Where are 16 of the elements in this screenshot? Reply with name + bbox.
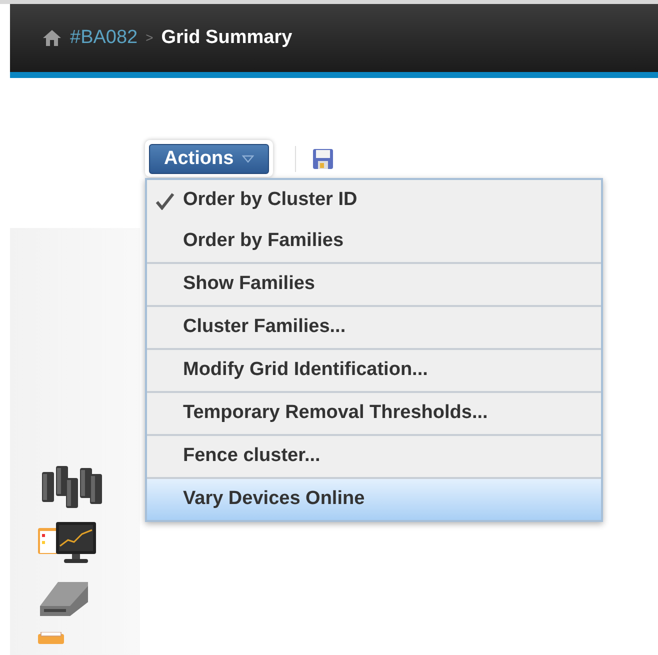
save-icon[interactable]: [312, 148, 334, 170]
menu-item[interactable]: Show Families: [147, 264, 601, 305]
actions-button[interactable]: Actions: [149, 144, 269, 174]
home-icon[interactable]: [42, 29, 62, 47]
menu-item[interactable]: Temporary Removal Thresholds...: [147, 393, 601, 434]
menu-item[interactable]: Modify Grid Identification...: [147, 350, 601, 391]
menu-item[interactable]: Order by Cluster ID: [147, 180, 601, 221]
menu-item[interactable]: Order by Families: [147, 221, 601, 262]
caret-icon: [242, 155, 254, 163]
page-title: Grid Summary: [161, 26, 292, 50]
menu-item[interactable]: Fence cluster...: [147, 436, 601, 477]
breadcrumb-link[interactable]: #BA082: [70, 24, 138, 52]
menu-item[interactable]: Vary Devices Online: [147, 479, 601, 520]
menu-item[interactable]: Cluster Families...: [147, 307, 601, 348]
breadcrumb-separator: >: [146, 29, 154, 48]
check-icon: [155, 192, 175, 210]
